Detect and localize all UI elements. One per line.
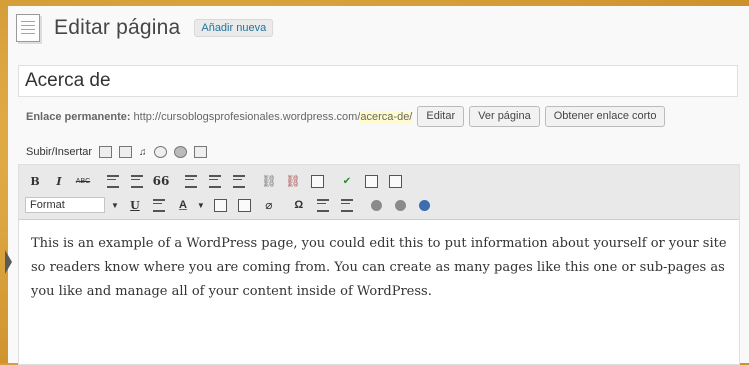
justify-icon[interactable] xyxy=(149,195,169,215)
align-left-icon[interactable] xyxy=(181,171,201,191)
format-select[interactable]: Format xyxy=(25,197,105,213)
chevron-down-icon[interactable]: ▼ xyxy=(111,201,119,210)
fullscreen-icon[interactable] xyxy=(361,171,381,191)
bold-icon[interactable]: B xyxy=(25,171,45,191)
post-title-value: Acerca de xyxy=(25,70,111,91)
content-paragraph: This is an example of a WordPress page, … xyxy=(31,236,727,299)
get-shortlink-button[interactable]: Obtener enlace corto xyxy=(544,106,666,127)
post-title-input[interactable]: Acerca de xyxy=(18,65,738,97)
outdent-icon[interactable] xyxy=(313,195,333,215)
text-color-dropdown-icon[interactable]: ▼ xyxy=(197,201,205,210)
audio-icon[interactable]: ♫ xyxy=(139,147,147,158)
redo-icon[interactable] xyxy=(391,195,411,215)
permalink-row: Enlace permanente: http://cursoblogsprof… xyxy=(26,106,666,127)
blockquote-icon[interactable]: 66 xyxy=(151,171,171,191)
underline-icon[interactable]: U xyxy=(125,195,145,215)
indent-icon[interactable] xyxy=(337,195,357,215)
paste-text-icon[interactable] xyxy=(211,195,231,215)
editor-toolbar: B I ABC 66 ⛓ ⛓ ✔ Format ▼ U A ▼ ⌀ Ω xyxy=(19,165,739,220)
kitchen-sink-icon[interactable] xyxy=(385,171,405,191)
media-library-icon[interactable] xyxy=(193,146,207,158)
spellcheck-icon[interactable]: ✔ xyxy=(337,171,357,191)
cd-icon[interactable] xyxy=(173,146,187,158)
image-icon[interactable] xyxy=(99,146,113,158)
page-icon xyxy=(16,14,40,42)
upload-insert-label: Subir/Insertar xyxy=(26,146,93,158)
permalink-slug[interactable]: acerca-de/ xyxy=(360,110,413,123)
undo-icon[interactable] xyxy=(367,195,387,215)
bullet-list-icon[interactable] xyxy=(103,171,123,191)
text-color-icon[interactable]: A xyxy=(173,195,193,215)
edit-permalink-button[interactable]: Editar xyxy=(417,106,465,127)
align-center-icon[interactable] xyxy=(205,171,225,191)
page-title: Editar página xyxy=(54,16,181,39)
italic-icon[interactable]: I xyxy=(49,171,69,191)
clear-format-icon[interactable]: ⌀ xyxy=(259,195,279,215)
video-icon[interactable] xyxy=(153,146,167,158)
paste-word-icon[interactable] xyxy=(235,195,255,215)
align-right-icon[interactable] xyxy=(229,171,249,191)
collapse-arrow-icon[interactable] xyxy=(5,250,12,274)
add-new-button[interactable]: Añadir nueva xyxy=(194,19,274,37)
toolbar-row-2: Format ▼ U A ▼ ⌀ Ω xyxy=(25,193,733,217)
strikethrough-icon[interactable]: ABC xyxy=(73,171,93,191)
toolbar-row-1: B I ABC 66 ⛓ ⛓ ✔ xyxy=(25,169,733,193)
page-header: Editar página Añadir nueva xyxy=(16,12,274,44)
media-buttons: Subir/Insertar ♫ xyxy=(26,146,207,158)
more-tag-icon[interactable] xyxy=(307,171,327,191)
gallery-icon[interactable] xyxy=(119,146,133,158)
editor-content[interactable]: This is an example of a WordPress page, … xyxy=(19,220,739,316)
permalink-url[interactable]: http://cursoblogsprofesionales.wordpress… xyxy=(133,110,413,123)
help-icon[interactable] xyxy=(415,195,435,215)
content-editor: B I ABC 66 ⛓ ⛓ ✔ Format ▼ U A ▼ ⌀ Ω This… xyxy=(18,164,740,365)
permalink-base-url: http://cursoblogsprofesionales.wordpress… xyxy=(133,110,361,123)
link-icon[interactable]: ⛓ xyxy=(259,171,279,191)
numbered-list-icon[interactable] xyxy=(127,171,147,191)
special-char-icon[interactable]: Ω xyxy=(289,195,309,215)
format-select-label: Format xyxy=(30,199,65,211)
permalink-label: Enlace permanente: xyxy=(26,110,131,123)
view-page-button[interactable]: Ver página xyxy=(469,106,540,127)
unlink-icon[interactable]: ⛓ xyxy=(283,171,303,191)
